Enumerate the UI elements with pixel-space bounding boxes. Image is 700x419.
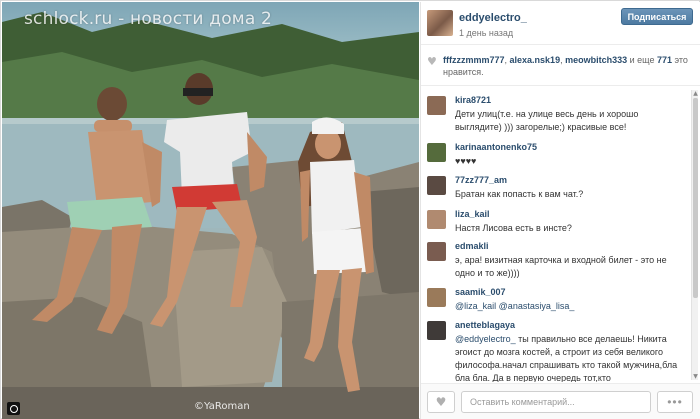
- follow-button[interactable]: Подписаться: [621, 8, 693, 25]
- commenter-username[interactable]: edmakli: [455, 241, 489, 251]
- comment-mention[interactable]: @eddyelectro_: [455, 334, 516, 344]
- likes-text: fffzzzmmm777, alexa.nsk19, meowbitch333 …: [443, 54, 695, 78]
- heart-icon: ♥: [435, 395, 447, 409]
- liker-username[interactable]: alexa.nsk19: [510, 55, 561, 65]
- commenter-username[interactable]: anetteblagaya: [455, 320, 515, 330]
- commenter-avatar[interactable]: [427, 96, 446, 115]
- commenter-avatar[interactable]: [427, 321, 446, 340]
- post-viewer: schlock.ru - новости дома 2 ©YaRoman edd…: [0, 0, 700, 419]
- comments-scrollbar[interactable]: ▲ ▼: [691, 90, 698, 380]
- comments-list: kira8721 Дети улиц(т.е. на улице весь де…: [421, 88, 691, 382]
- heart-icon: ♥: [427, 55, 437, 68]
- commenter-username[interactable]: kira8721: [455, 95, 491, 105]
- comment-text: @liza_kail @anastasiya_lisa_: [455, 300, 685, 313]
- commenter-username[interactable]: karinaantonenko75: [455, 142, 537, 152]
- liker-username[interactable]: meowbitch333: [565, 55, 627, 65]
- photo-watermark: schlock.ru - новости дома 2: [24, 9, 273, 29]
- scroll-down-icon[interactable]: ▼: [692, 373, 699, 380]
- comment-text: Настя Лисова есть в инсте?: [455, 223, 572, 233]
- post-timestamp[interactable]: 1 день назад: [459, 28, 513, 38]
- comment-text: @eddyelectro_ ты правильно все делаешь! …: [455, 333, 685, 382]
- author-username[interactable]: eddyelectro_: [459, 12, 527, 24]
- likes-summary: ♥ fffzzzmmm777, alexa.nsk19, meowbitch33…: [421, 45, 700, 86]
- commenter-username[interactable]: liza_kail: [455, 209, 490, 219]
- like-button[interactable]: ♥: [427, 391, 455, 413]
- post-sidebar: eddyelectro_ 1 день назад Подписаться ♥ …: [420, 2, 700, 419]
- more-options-button[interactable]: •••: [657, 391, 693, 413]
- commenter-username[interactable]: saamik_007: [455, 287, 506, 297]
- ellipsis-icon: •••: [667, 395, 683, 409]
- comment-text: Братан как попасть к вам чат.?: [455, 189, 584, 199]
- comment-input[interactable]: [461, 391, 651, 413]
- comment-mention[interactable]: @anastasiya_lisa_: [499, 301, 575, 311]
- likes-and-more: и еще: [627, 55, 657, 65]
- comment-text: э, ара! визитная карточка и входной биле…: [455, 255, 667, 278]
- likes-count[interactable]: 771: [657, 55, 672, 65]
- comment-text: Дети улиц(т.е. на улице весь день и хоро…: [455, 109, 639, 132]
- scrollbar-thumb[interactable]: [693, 98, 698, 298]
- commenter-avatar[interactable]: [427, 143, 446, 162]
- author-avatar[interactable]: [427, 10, 453, 36]
- commenter-avatar[interactable]: [427, 242, 446, 261]
- commenter-avatar[interactable]: [427, 176, 446, 195]
- comment-bar: ♥ •••: [421, 383, 700, 419]
- post-header: eddyelectro_ 1 день назад Подписаться: [421, 2, 700, 45]
- commenter-username[interactable]: 77zz777_am: [455, 175, 507, 185]
- comment-text: ♥♥♥♥: [455, 156, 477, 166]
- instagram-icon: [7, 402, 20, 415]
- photo-credit: ©YaRoman: [194, 401, 250, 412]
- post-photo[interactable]: schlock.ru - новости дома 2 ©YaRoman: [2, 2, 419, 419]
- photo-scene: [2, 12, 419, 419]
- liker-username[interactable]: fffzzzmmm777: [443, 55, 505, 65]
- scroll-up-icon[interactable]: ▲: [692, 90, 699, 97]
- commenter-avatar[interactable]: [427, 210, 446, 229]
- comment-mention[interactable]: @liza_kail: [455, 301, 496, 311]
- commenter-avatar[interactable]: [427, 288, 446, 307]
